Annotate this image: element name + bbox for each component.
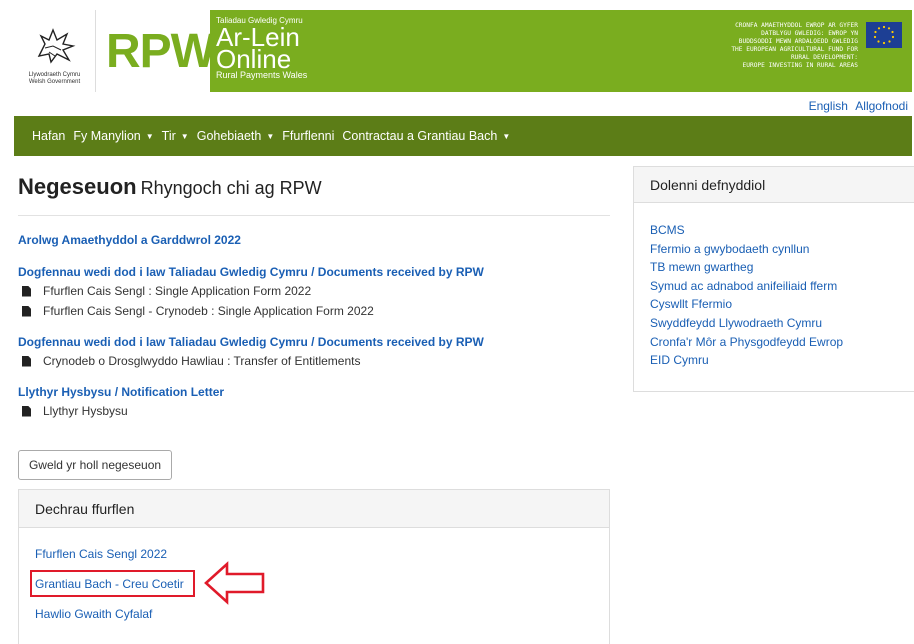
nav-item-gohebiaeth[interactable]: Gohebiaeth ▼ bbox=[197, 129, 275, 143]
nav-label: Hafan bbox=[32, 129, 66, 143]
useful-link-farming-info[interactable]: Ffermio a gwybodaeth cynllun bbox=[650, 240, 902, 259]
useful-link-bcms[interactable]: BCMS bbox=[650, 221, 902, 240]
rpw-logo-text: RPW bbox=[106, 24, 216, 78]
nav-item-fy-manylion[interactable]: Fy Manylion ▼ bbox=[73, 129, 153, 143]
left-arrow-icon bbox=[204, 561, 265, 605]
document-item[interactable]: Crynodeb o Drosglwyddo Hawliau : Transfe… bbox=[22, 351, 610, 371]
language-links: English Allgofnodi bbox=[805, 99, 908, 113]
page-subtitle: Rhyngoch chi ag RPW bbox=[140, 178, 322, 198]
message-heading-link[interactable]: Arolwg Amaethyddol a Garddwrol 2022 bbox=[18, 233, 610, 247]
gov-name-english: Welsh Government bbox=[28, 79, 81, 85]
english-link[interactable]: English bbox=[809, 99, 848, 113]
caret-down-icon: ▼ bbox=[180, 131, 189, 141]
start-form-panel: Dechrau ffurflen Ffurflen Cais Sengl 202… bbox=[18, 489, 610, 644]
eu-funding-text: CRONFA AMAETHYDDOL EWROP AR GYFER DATBLY… bbox=[668, 22, 858, 70]
file-icon bbox=[22, 355, 31, 367]
caret-down-icon: ▼ bbox=[145, 131, 154, 141]
message-group: Llythyr Hysbysu / Notification Letter Ll… bbox=[18, 385, 610, 421]
eu-text-line: RURAL DEVELOPMENT: bbox=[790, 54, 858, 61]
file-icon bbox=[22, 405, 31, 417]
eu-text-line: EUROPE INVESTING IN RURAL AREAS bbox=[742, 62, 858, 69]
caret-down-icon: ▼ bbox=[266, 131, 275, 141]
message-group: Arolwg Amaethyddol a Garddwrol 2022 bbox=[18, 233, 610, 247]
message-group: Dogfennau wedi dod i law Taliadau Gwledi… bbox=[18, 335, 610, 371]
caret-down-icon: ▼ bbox=[502, 131, 511, 141]
document-item[interactable]: Ffurflen Cais Sengl : Single Application… bbox=[22, 281, 610, 301]
highlight-box bbox=[30, 570, 195, 597]
eu-flag-icon bbox=[866, 22, 902, 48]
nav-item-hafan[interactable]: Hafan bbox=[32, 129, 65, 143]
rpw-logo[interactable]: RPW bbox=[96, 10, 216, 92]
dragon-icon bbox=[37, 28, 75, 64]
useful-link-tb-cattle[interactable]: TB mewn gwartheg bbox=[650, 258, 902, 277]
nav-item-tir[interactable]: Tir ▼ bbox=[162, 129, 189, 143]
eu-text-line: THE EUROPEAN AGRICULTURAL FUND FOR bbox=[731, 46, 858, 53]
form-link-capital-works[interactable]: Hawlio Gwaith Cyfalaf bbox=[35, 607, 593, 637]
start-form-heading: Dechrau ffurflen bbox=[19, 490, 609, 528]
eu-text-line: CRONFA AMAETHYDDOL EWROP AR GYFER bbox=[735, 22, 858, 29]
file-icon bbox=[22, 285, 31, 297]
useful-link-maritime-fund[interactable]: Cronfa'r Môr a Physgodfeydd Ewrop bbox=[650, 333, 902, 352]
message-heading-link[interactable]: Llythyr Hysbysu / Notification Letter bbox=[18, 385, 610, 399]
message-heading-link[interactable]: Dogfennau wedi dod i law Taliadau Gwledi… bbox=[18, 335, 610, 349]
site-header: Llywodraeth Cymru Welsh Government RPW T… bbox=[14, 10, 912, 92]
logout-link[interactable]: Allgofnodi bbox=[855, 99, 908, 113]
document-item[interactable]: Ffurflen Cais Sengl - Crynodeb : Single … bbox=[22, 301, 610, 321]
document-label: Ffurflen Cais Sengl : Single Application… bbox=[43, 284, 312, 298]
eu-text-line: BUDDSODDI MEWN ARDALOEDD GWLEDIG bbox=[738, 38, 858, 45]
gov-name-welsh: Llywodraeth Cymru bbox=[28, 72, 81, 78]
useful-link-farming-connect[interactable]: Cyswllt Ffermio bbox=[650, 295, 902, 314]
message-group: Dogfennau wedi dod i law Taliadau Gwledi… bbox=[18, 265, 610, 321]
useful-link-gov-offices[interactable]: Swyddfeydd Llywodraeth Cymru bbox=[650, 314, 902, 333]
useful-link-eid-cymru[interactable]: EID Cymru bbox=[650, 351, 902, 370]
main-nav: Hafan Fy Manylion ▼ Tir ▼ Gohebiaeth ▼ Ffur… bbox=[14, 116, 912, 156]
message-heading-link[interactable]: Dogfennau wedi dod i law Taliadau Gwledi… bbox=[18, 265, 610, 279]
page-title: Negeseuon Rhyngoch chi ag RPW bbox=[18, 168, 610, 216]
view-all-messages-button[interactable]: Gweld yr holl negeseuon bbox=[18, 450, 172, 480]
nav-label: Contractau a Grantiau Bach bbox=[342, 129, 498, 143]
document-item[interactable]: Llythyr Hysbysu bbox=[22, 401, 610, 421]
tagline-online: Online bbox=[216, 44, 292, 74]
useful-link-animal-movement[interactable]: Symud ac adnabod anifeiliaid fferm bbox=[650, 277, 902, 296]
nav-item-contractau[interactable]: Contractau a Grantiau Bach ▼ bbox=[342, 129, 510, 143]
messages-section: Negeseuon Rhyngoch chi ag RPW Arolwg Amae… bbox=[18, 168, 610, 644]
eu-text-line: DATBLYGU GWLEDIG: EWROP YN bbox=[761, 30, 858, 37]
nav-label: Gohebiaeth bbox=[196, 129, 262, 143]
useful-links-list: BCMS Ffermio a gwybodaeth cynllun TB mew… bbox=[634, 203, 914, 388]
nav-label: Fy Manylion bbox=[73, 129, 141, 143]
nav-label: Tir bbox=[161, 129, 176, 143]
ar-lein-online-logo: Taliadau Gwledig Cymru Ar-Lein Online Ru… bbox=[210, 10, 610, 92]
file-icon bbox=[22, 305, 31, 317]
document-label: Crynodeb o Drosglwyddo Hawliau : Transfe… bbox=[43, 354, 361, 368]
nav-item-ffurflenni[interactable]: Ffurflenni bbox=[282, 129, 334, 143]
document-label: Llythyr Hysbysu bbox=[43, 404, 128, 418]
welsh-government-logo[interactable]: Llywodraeth Cymru Welsh Government bbox=[14, 10, 96, 92]
tagline-english: Rural Payments Wales bbox=[216, 70, 308, 80]
document-label: Ffurflen Cais Sengl - Crynodeb : Single … bbox=[43, 304, 374, 318]
useful-links-panel: Dolenni defnyddiol BCMS Ffermio a gwybod… bbox=[633, 166, 914, 392]
page-title-text: Negeseuon bbox=[18, 174, 137, 199]
useful-links-heading: Dolenni defnyddiol bbox=[634, 167, 914, 203]
nav-label: Ffurflenni bbox=[282, 129, 335, 143]
